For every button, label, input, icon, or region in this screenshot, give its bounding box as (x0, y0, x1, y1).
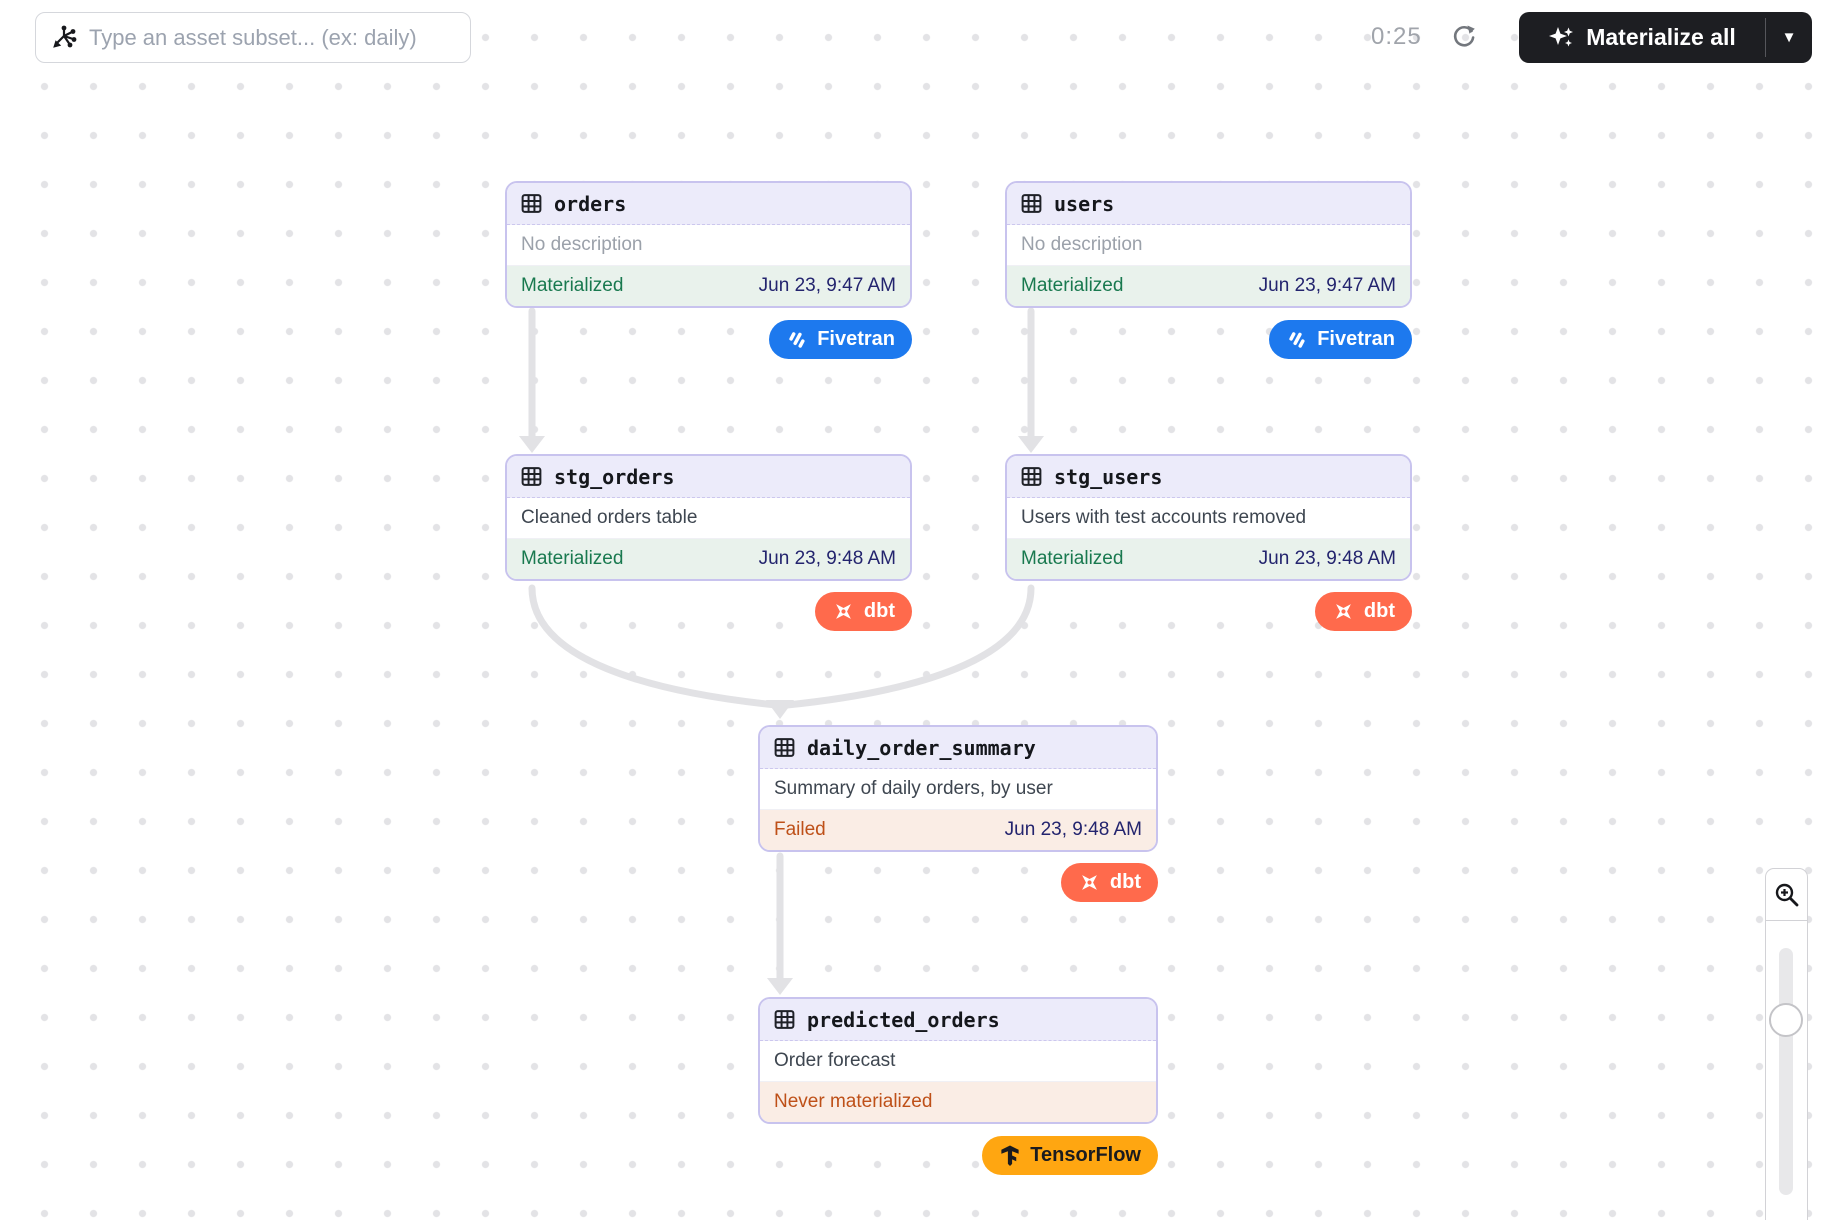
asset-node-header: users (1007, 183, 1410, 225)
status-label: Failed (774, 819, 826, 841)
asset-node-stg-users[interactable]: stg_users Users with test accounts remov… (1005, 454, 1412, 581)
asset-node-header: orders (507, 183, 910, 225)
table-icon (773, 1008, 796, 1031)
table-icon (1020, 192, 1043, 215)
status-timestamp: Jun 23, 9:48 AM (1005, 819, 1142, 841)
asset-node-predicted-orders[interactable]: predicted_orders Order forecast Never ma… (758, 997, 1158, 1124)
asset-status-row: Never materialized (760, 1082, 1156, 1122)
table-icon (1020, 465, 1043, 488)
asset-node-header: daily_order_summary (760, 727, 1156, 769)
badge-label: dbt (864, 600, 895, 623)
table-icon (520, 192, 543, 215)
table-icon (520, 465, 543, 488)
asset-status-row: Failed Jun 23, 9:48 AM (760, 810, 1156, 850)
status-timestamp: Jun 23, 9:48 AM (759, 548, 896, 570)
asset-node-stg-orders[interactable]: stg_orders Cleaned orders table Material… (505, 454, 912, 581)
asset-status-row: Materialized Jun 23, 9:48 AM (1007, 539, 1410, 579)
asset-name: users (1054, 192, 1114, 216)
asset-name: orders (554, 192, 626, 216)
asset-graph-icon (50, 24, 77, 51)
materialize-dropdown-button[interactable]: ▼ (1766, 12, 1812, 63)
status-label: Materialized (1021, 548, 1123, 570)
asset-subset-search[interactable] (35, 12, 471, 63)
dbt-icon (1078, 871, 1101, 894)
asset-description: Cleaned orders table (507, 498, 910, 539)
tensorflow-icon (999, 1144, 1021, 1167)
zoom-slider-track[interactable] (1779, 948, 1793, 1195)
status-timestamp: Jun 23, 9:47 AM (759, 275, 896, 297)
dbt-badge[interactable]: dbt (1315, 592, 1412, 631)
dbt-badge[interactable]: dbt (815, 592, 912, 631)
asset-status-row: Materialized Jun 23, 9:47 AM (507, 266, 910, 306)
asset-description: Order forecast (760, 1041, 1156, 1082)
asset-description: Summary of daily orders, by user (760, 769, 1156, 810)
asset-status-row: Materialized Jun 23, 9:48 AM (507, 539, 910, 579)
asset-node-daily-order-summary[interactable]: daily_order_summary Summary of daily ord… (758, 725, 1158, 852)
badge-label: Fivetran (1317, 328, 1395, 351)
refresh-icon (1450, 22, 1478, 50)
badge-label: dbt (1110, 871, 1141, 894)
materialize-all-button[interactable]: Materialize all ▼ (1519, 12, 1812, 63)
asset-name: stg_orders (554, 465, 674, 489)
status-label: Materialized (1021, 275, 1123, 297)
status-timestamp: Jun 23, 9:48 AM (1259, 548, 1396, 570)
fivetran-icon (1286, 329, 1308, 351)
fivetran-icon (786, 329, 808, 351)
asset-name: predicted_orders (807, 1008, 1000, 1032)
asset-description: Users with test accounts removed (1007, 498, 1410, 539)
asset-description: No description (507, 225, 910, 266)
zoom-slider-thumb[interactable] (1769, 1003, 1803, 1037)
asset-node-header: stg_users (1007, 456, 1410, 498)
asset-name: stg_users (1054, 465, 1162, 489)
zoom-in-button[interactable] (1765, 868, 1808, 921)
zoom-in-icon (1773, 881, 1801, 909)
status-label: Materialized (521, 548, 623, 570)
asset-description: No description (1007, 225, 1410, 266)
search-input[interactable] (89, 25, 456, 51)
asset-node-users[interactable]: users No description Materialized Jun 23… (1005, 181, 1412, 308)
sparkles-icon (1548, 24, 1575, 51)
fivetran-badge[interactable]: Fivetran (769, 320, 912, 359)
table-icon (773, 736, 796, 759)
tensorflow-badge[interactable]: TensorFlow (982, 1136, 1158, 1175)
elapsed-timer: 0:25 (1371, 23, 1422, 51)
chevron-down-icon: ▼ (1782, 29, 1797, 46)
dbt-badge[interactable]: dbt (1061, 863, 1158, 902)
status-timestamp: Jun 23, 9:47 AM (1259, 275, 1396, 297)
dbt-icon (1332, 600, 1355, 623)
asset-status-row: Materialized Jun 23, 9:47 AM (1007, 266, 1410, 306)
asset-node-orders[interactable]: orders No description Materialized Jun 2… (505, 181, 912, 308)
fivetran-badge[interactable]: Fivetran (1269, 320, 1412, 359)
badge-label: dbt (1364, 600, 1395, 623)
refresh-button[interactable] (1448, 21, 1480, 53)
asset-node-header: predicted_orders (760, 999, 1156, 1041)
asset-name: daily_order_summary (807, 736, 1036, 760)
materialize-all-label: Materialize all (1586, 24, 1736, 51)
status-label: Never materialized (774, 1091, 932, 1113)
dbt-icon (832, 600, 855, 623)
badge-label: Fivetran (817, 328, 895, 351)
badge-label: TensorFlow (1030, 1144, 1141, 1167)
asset-node-header: stg_orders (507, 456, 910, 498)
status-label: Materialized (521, 275, 623, 297)
materialize-all-main[interactable]: Materialize all (1519, 12, 1765, 63)
